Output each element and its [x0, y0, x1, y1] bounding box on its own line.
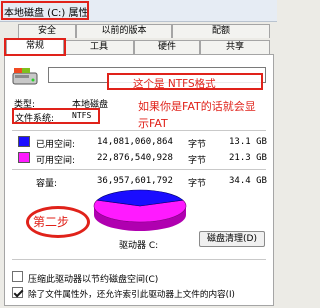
drive-label: 驱动器 C: — [119, 241, 159, 251]
fat-annotation-text: 如果你是FAT的话就会显 示FAT — [138, 100, 256, 130]
free-label: 可用空间: — [36, 156, 76, 166]
free-bytes: 22,876,540,928 — [97, 153, 173, 163]
tab-hardware[interactable]: 硬件 — [134, 40, 200, 54]
capacity-bytes: 36,957,601,792 — [97, 176, 173, 186]
index-checkbox[interactable] — [12, 287, 23, 298]
free-unit: 字节 — [188, 156, 207, 166]
free-color-swatch — [18, 152, 30, 163]
used-color-swatch — [18, 136, 30, 147]
compress-checkbox[interactable] — [12, 271, 23, 282]
tab-quota[interactable]: 配额 — [172, 24, 270, 38]
title-highlight-box — [1, 1, 89, 20]
disk-cleanup-button[interactable]: 磁盘清理(D) — [199, 231, 265, 247]
used-label: 已用空间: — [36, 140, 76, 150]
capacity-unit: 字节 — [188, 179, 207, 189]
capacity-size: 34.4 GB — [229, 176, 267, 186]
capacity-label: 容量: — [36, 179, 58, 189]
used-bytes: 14,081,060,864 — [97, 137, 173, 147]
tab-security[interactable]: 安全 — [18, 24, 76, 38]
tab-tools[interactable]: 工具 — [64, 40, 134, 54]
index-label: 除了文件属性外，还允许索引此驱动器上文件的内容(I) — [28, 290, 235, 300]
used-size: 13.1 GB — [229, 137, 267, 147]
divider — [12, 259, 266, 260]
general-tab-highlight-box — [4, 38, 66, 56]
compress-label: 压缩此驱动器以节约磁盘空间(C) — [28, 275, 159, 285]
divider — [12, 169, 266, 170]
tab-previous-versions[interactable]: 以前的版本 — [76, 24, 172, 38]
tab-sharing[interactable]: 共享 — [200, 40, 270, 54]
free-size: 21.3 GB — [229, 153, 267, 163]
ntfs-annotation-box: 这个是 NTFS格式 — [107, 73, 263, 90]
file-system-highlight-box — [12, 108, 100, 124]
hard-drive-icon — [12, 68, 38, 85]
disk-usage-pie — [93, 189, 187, 231]
ntfs-annotation-text: 这个是 NTFS格式 — [133, 78, 216, 90]
step-two-text: 第二步 — [33, 215, 70, 229]
used-unit: 字节 — [188, 140, 207, 150]
divider — [12, 130, 266, 131]
